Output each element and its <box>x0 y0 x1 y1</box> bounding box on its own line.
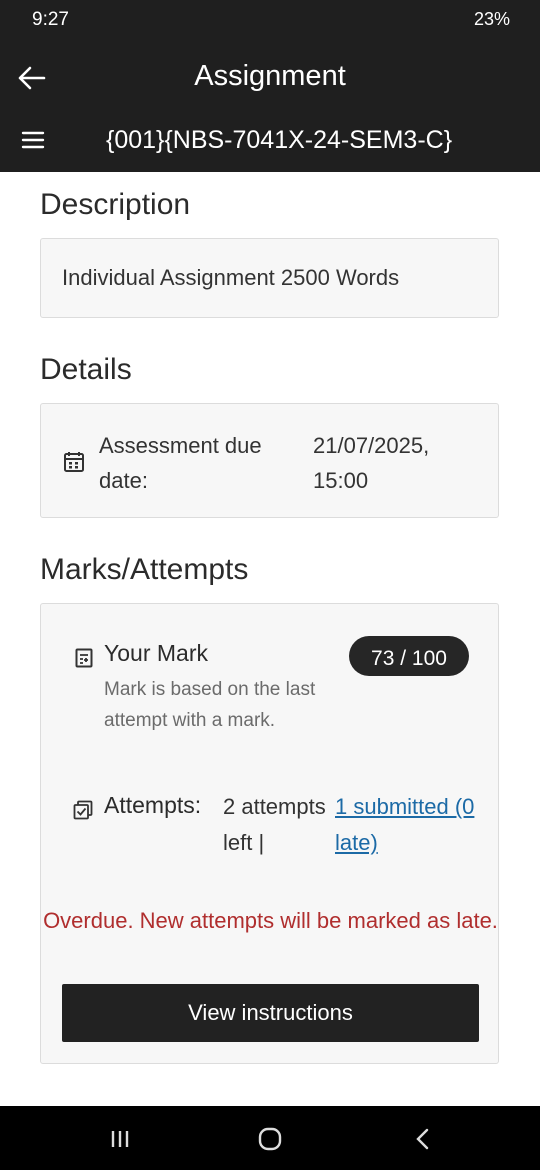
description-card: Individual Assignment 2500 Words <box>40 238 499 318</box>
overdue-message: Overdue. New attempts will be marked as … <box>43 908 498 933</box>
grade-sheet-icon <box>75 648 93 668</box>
due-date-label: Assessment due date: <box>99 433 262 493</box>
home-icon[interactable] <box>257 1126 283 1152</box>
checkbox-stack-icon <box>73 800 93 820</box>
marks-card: Your Mark Mark is based on the last atte… <box>40 603 499 1064</box>
mark-badge: 73 / 100 <box>349 636 469 676</box>
back-nav-icon[interactable] <box>413 1126 433 1152</box>
status-time: 9:27 <box>32 9 69 30</box>
details-heading: Details <box>40 353 132 386</box>
calendar-icon <box>64 452 84 472</box>
due-date-value: 21/07/2025, 15:00 <box>313 433 430 493</box>
course-code: {001}{NBS-7041X-24-SEM3-C} <box>106 126 453 154</box>
app-header: Assignment {001}{NBS-7041X-24-SEM3-C} <box>0 42 540 172</box>
attempts-left: 2 attempts left | <box>223 794 326 855</box>
hamburger-menu-icon[interactable] <box>20 128 46 152</box>
attempts-submitted-link[interactable]: 1 submitted (0 late) <box>335 789 485 861</box>
description-text: Individual Assignment 2500 Words <box>62 265 400 290</box>
attempts-label: Attempts: <box>104 792 202 818</box>
status-bar: 9:27 23% <box>0 0 540 42</box>
battery-level: 23% <box>473 9 510 29</box>
recent-apps-icon[interactable] <box>108 1128 132 1150</box>
details-card: Assessment due date: 21/07/2025, 15:00 <box>40 403 499 518</box>
system-nav-bar <box>0 1106 540 1170</box>
description-heading: Description <box>40 188 191 221</box>
marks-heading: Marks/Attempts <box>40 553 249 586</box>
your-mark-label: Your Mark <box>104 640 208 666</box>
page-title: Assignment <box>194 60 346 92</box>
view-instructions-button[interactable]: View instructions <box>62 984 479 1042</box>
mark-note: Mark is based on the last attempt with a… <box>104 679 316 731</box>
